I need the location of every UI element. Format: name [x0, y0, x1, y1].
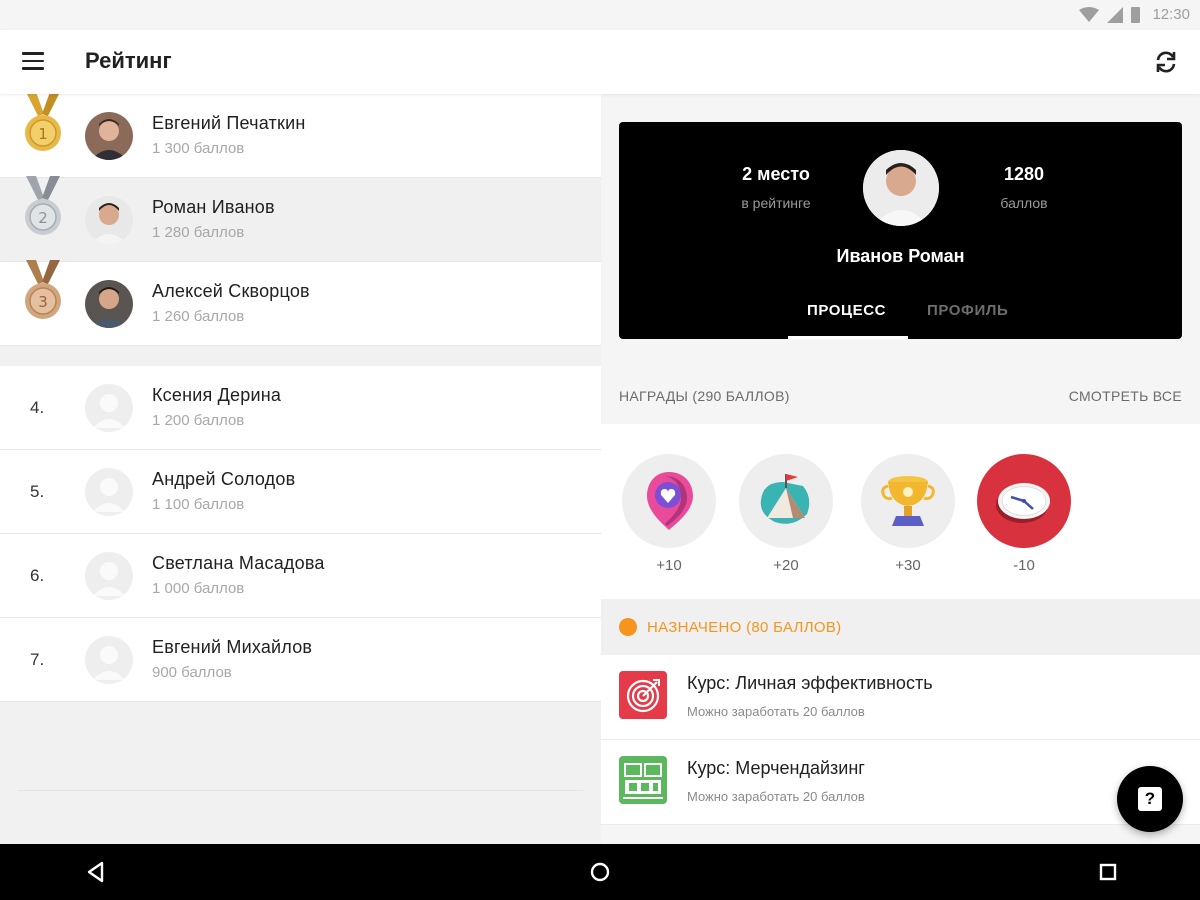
- user-name: Светлана Масадова: [152, 553, 325, 573]
- points-stat: 1280 баллов: [979, 164, 1069, 211]
- app-bar: Рейтинг: [0, 30, 1200, 94]
- menu-icon[interactable]: [22, 52, 44, 70]
- awards-title: НАГРАДЫ (290 БАЛЛОВ): [619, 388, 790, 404]
- leaderboard-row-1[interactable]: 1 Евгений Печаткин 1 300 баллов: [0, 94, 601, 178]
- award-value: +10: [656, 557, 682, 574]
- heart-pin-icon: [647, 472, 693, 530]
- award-value: -10: [1013, 557, 1035, 574]
- avatar: [85, 196, 133, 244]
- awards-list: +10 +20 +30 -10: [601, 424, 1200, 599]
- avatar-placeholder-icon: [85, 468, 133, 516]
- user-name: Роман Иванов: [152, 197, 275, 217]
- page-title: Рейтинг: [85, 48, 172, 73]
- assigned-label: НАЗНАЧЕНО (80 БАЛЛОВ): [647, 619, 842, 636]
- gold-medal-icon: 1: [25, 94, 61, 151]
- course-title: Курс: Личная эффективность: [687, 673, 933, 693]
- course-item[interactable]: Курс: Мерчендайзинг Можно заработать 20 …: [601, 740, 1200, 825]
- leaderboard-row-6[interactable]: 6. Светлана Масадова 1 000 баллов: [0, 534, 601, 618]
- home-icon[interactable]: [586, 858, 614, 886]
- svg-text:3: 3: [38, 293, 48, 311]
- tab-process[interactable]: ПРОЦЕСС: [807, 302, 886, 319]
- award-item[interactable]: +20: [739, 454, 833, 574]
- wifi-icon: [1079, 6, 1100, 22]
- course-subtitle: Можно заработать 20 баллов: [687, 789, 865, 804]
- leaderboard-pane: 1 Евгений Печаткин 1 300 баллов 2 Роман …: [0, 94, 601, 844]
- place-stat: 2 место в рейтинге: [731, 164, 821, 211]
- mountain-flag-icon: [760, 474, 810, 524]
- rank-number: 5.: [30, 482, 45, 501]
- user-points: 1 260 баллов: [152, 308, 245, 325]
- clock-icon: [996, 483, 1050, 523]
- back-icon[interactable]: [82, 858, 110, 886]
- course-item[interactable]: Курс: Личная эффективность Можно заработ…: [601, 655, 1200, 740]
- points-caption: баллов: [1000, 195, 1048, 211]
- see-all-link[interactable]: СМОТРЕТЬ ВСЕ: [1069, 388, 1182, 404]
- place-value: 2 место: [742, 164, 810, 184]
- status-time: 12:30: [1152, 6, 1190, 23]
- tab-indicator: [788, 336, 908, 339]
- points-value: 1280: [1003, 164, 1045, 184]
- user-points: 1 000 баллов: [152, 580, 245, 597]
- leaderboard-row-4[interactable]: 4. Ксения Дерина 1 200 баллов: [0, 366, 601, 450]
- signal-icon: [1107, 6, 1124, 23]
- award-item[interactable]: +10: [622, 454, 716, 574]
- merchandising-icon: [619, 756, 667, 804]
- svg-text:2: 2: [38, 209, 48, 227]
- battery-icon: [1131, 6, 1141, 23]
- user-points: 900 баллов: [152, 664, 232, 681]
- list-divider-gap: [0, 346, 601, 366]
- leaderboard-row-2[interactable]: 2 Роман Иванов 1 280 баллов: [0, 176, 601, 262]
- svg-text:1: 1: [38, 125, 48, 143]
- course-subtitle: Можно заработать 20 баллов: [687, 704, 865, 719]
- avatar: [85, 112, 133, 160]
- navigation-bar: [0, 844, 1200, 900]
- divider: [18, 790, 583, 791]
- help-button[interactable]: ?: [1117, 766, 1183, 832]
- assigned-header: НАЗНАЧЕНО (80 БАЛЛОВ): [601, 599, 1200, 655]
- status-icons: 12:30: [1079, 6, 1190, 23]
- tab-profile[interactable]: ПРОФИЛЬ: [927, 302, 1008, 319]
- status-bar: 12:30: [0, 0, 1200, 30]
- award-value: +30: [895, 557, 921, 574]
- rank-number: 7.: [30, 650, 45, 669]
- course-title: Курс: Мерчендайзинг: [687, 758, 865, 778]
- user-points: 1 200 баллов: [152, 412, 245, 429]
- rank-number: 4.: [30, 398, 45, 417]
- recents-icon[interactable]: [1094, 858, 1122, 886]
- silver-medal-icon: 2: [25, 176, 61, 235]
- bronze-medal-icon: 3: [25, 260, 61, 319]
- trophy-icon: [881, 476, 935, 526]
- user-name: Андрей Солодов: [152, 469, 296, 489]
- avatar-placeholder-icon: [85, 552, 133, 600]
- award-item[interactable]: +30: [861, 454, 955, 574]
- status-dot-icon: [619, 618, 637, 636]
- rank-number: 6.: [30, 566, 45, 585]
- profile-name: Иванов Роман: [836, 246, 965, 266]
- award-value: +20: [773, 557, 799, 574]
- user-points: 1 300 баллов: [152, 140, 245, 157]
- avatar-placeholder-icon: [85, 636, 133, 684]
- place-caption: в рейтинге: [741, 195, 811, 211]
- avatar: [85, 280, 133, 328]
- help-icon: ?: [1138, 787, 1162, 811]
- refresh-icon[interactable]: [1152, 48, 1180, 76]
- leaderboard-row-7[interactable]: 7. Евгений Михайлов 900 баллов: [0, 618, 601, 702]
- user-name: Евгений Печаткин: [152, 113, 306, 133]
- user-name: Алексей Скворцов: [152, 281, 310, 301]
- detail-pane: 2 место в рейтинге 1280 баллов Иванов Ро…: [601, 94, 1200, 844]
- award-item[interactable]: -10: [977, 454, 1071, 574]
- user-points: 1 280 баллов: [152, 224, 245, 241]
- profile-card: 2 место в рейтинге 1280 баллов Иванов Ро…: [619, 122, 1182, 339]
- avatar-placeholder-icon: [85, 384, 133, 432]
- user-points: 1 100 баллов: [152, 496, 245, 513]
- profile-avatar: [863, 150, 939, 226]
- user-name: Евгений Михайлов: [152, 637, 313, 657]
- leaderboard-row-3[interactable]: 3 Алексей Скворцов 1 260 баллов: [0, 260, 601, 346]
- leaderboard-row-5[interactable]: 5. Андрей Солодов 1 100 баллов: [0, 450, 601, 534]
- user-name: Ксения Дерина: [152, 385, 282, 405]
- target-icon: [619, 671, 667, 719]
